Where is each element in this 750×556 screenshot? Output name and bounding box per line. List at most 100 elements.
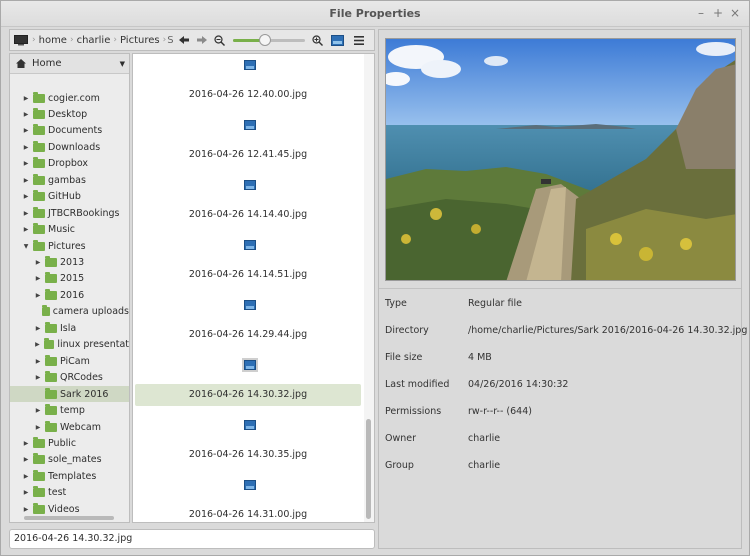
collapsed-arrow-icon[interactable]: ▶: [22, 210, 30, 217]
tree-item[interactable]: ▶ Templates: [10, 468, 129, 484]
collapsed-arrow-icon[interactable]: ▶: [22, 193, 30, 200]
tree-item[interactable]: Sark 2016: [10, 386, 129, 403]
collapsed-arrow-icon[interactable]: ▶: [22, 506, 30, 513]
image-file-icon[interactable]: [244, 480, 256, 490]
folder-icon: [45, 256, 57, 267]
file-item[interactable]: 2016-04-26 12.40.00.jpg: [135, 84, 361, 106]
tree-item[interactable]: ▶ QRCodes: [10, 370, 129, 386]
collapsed-arrow-icon[interactable]: ▶: [34, 407, 42, 414]
file-item[interactable]: 2016-04-26 14.14.40.jpg: [135, 204, 361, 226]
tree-item[interactable]: ▶ test: [10, 485, 129, 501]
image-file-icon[interactable]: [244, 120, 256, 130]
tree-item[interactable]: ▶ PiCam: [10, 353, 129, 369]
collapsed-arrow-icon[interactable]: ▶: [22, 111, 30, 118]
collapsed-arrow-icon[interactable]: ▶: [34, 325, 42, 332]
collapsed-arrow-icon[interactable]: ▶: [34, 424, 42, 431]
breadcrumb-home[interactable]: home: [36, 30, 70, 50]
tree-item[interactable]: ▶ temp: [10, 403, 129, 419]
property-value: /home/charlie/Pictures/Sark 2016/2016-04…: [468, 325, 748, 336]
tree-item[interactable]: ▶ Webcam: [10, 419, 129, 435]
places-dropdown[interactable]: Home ▼: [10, 54, 129, 74]
tree-item[interactable]: ▶ Music: [10, 222, 129, 238]
title-bar[interactable]: File Properties – + ×: [1, 1, 749, 27]
tree-item[interactable]: ▶ Isla: [10, 320, 129, 336]
tree-item[interactable]: ▶ cogier.com: [10, 90, 129, 106]
back-arrow-icon[interactable]: [175, 30, 193, 50]
collapsed-arrow-icon[interactable]: ▶: [22, 144, 30, 151]
collapsed-arrow-icon[interactable]: ▶: [22, 226, 30, 233]
tree-item[interactable]: ▶ sole_mates: [10, 452, 129, 468]
image-file-icon[interactable]: [244, 240, 256, 250]
file-item[interactable]: 2016-04-26 14.30.32.jpg: [135, 384, 361, 406]
properties-divider: [379, 288, 741, 289]
breadcrumb-charlie[interactable]: charlie: [74, 30, 114, 50]
collapsed-arrow-icon[interactable]: ▶: [34, 259, 42, 266]
collapsed-arrow-icon[interactable]: ▶: [22, 160, 30, 167]
tree-item[interactable]: ▼ Pictures: [10, 238, 129, 254]
collapsed-arrow-icon[interactable]: ▶: [22, 127, 30, 134]
tree-item[interactable]: ▶ GitHub: [10, 189, 129, 205]
filename-field[interactable]: 2016-04-26 14.30.32.jpg: [9, 529, 375, 549]
folder-icon: [33, 140, 45, 152]
collapsed-arrow-icon[interactable]: ▶: [34, 374, 42, 381]
image-file-icon[interactable]: [242, 358, 258, 372]
folder-icon: [33, 502, 45, 514]
places-dropdown-label: Home: [32, 58, 62, 69]
tree-item[interactable]: ▶ Videos: [10, 501, 129, 517]
tree-item[interactable]: ▶ 2016: [10, 287, 129, 303]
menu-icon[interactable]: [349, 30, 369, 50]
file-item[interactable]: 2016-04-26 14.29.44.jpg: [135, 324, 361, 346]
tree-item[interactable]: ▶ 2013: [10, 255, 129, 271]
file-list-scrollbar[interactable]: [366, 419, 371, 519]
tree-item[interactable]: ▶ Documents: [10, 123, 129, 139]
breadcrumb-sark[interactable]: S: [166, 30, 174, 50]
file-item[interactable]: 2016-04-26 12.41.45.jpg: [135, 144, 361, 166]
property-row: Owner charlie: [379, 433, 741, 449]
property-row: Type Regular file: [379, 298, 741, 314]
file-item[interactable]: 2016-04-26 14.30.35.jpg: [135, 444, 361, 466]
image-file-icon[interactable]: [244, 420, 256, 430]
collapsed-arrow-icon[interactable]: ▶: [22, 440, 30, 447]
tree-item[interactable]: ▶ linux presentat: [10, 337, 129, 353]
tree-item[interactable]: ▶ Dropbox: [10, 156, 129, 172]
collapsed-arrow-icon[interactable]: ▶: [22, 456, 30, 463]
expanded-arrow-icon[interactable]: ▼: [22, 243, 30, 250]
collapsed-arrow-icon[interactable]: ▶: [22, 473, 30, 480]
image-file-icon[interactable]: [244, 180, 256, 190]
breadcrumb-pictures[interactable]: Pictures: [117, 30, 163, 50]
tree-item[interactable]: ▶ JTBCRBookings: [10, 205, 129, 221]
image-file-icon[interactable]: [244, 60, 256, 70]
collapsed-arrow-icon[interactable]: ▶: [22, 177, 30, 184]
collapsed-arrow-icon[interactable]: ▶: [22, 489, 30, 496]
tree-item[interactable]: ▶ Downloads: [10, 139, 129, 155]
collapsed-arrow-icon[interactable]: ▶: [34, 292, 42, 299]
forward-arrow-icon[interactable]: [193, 30, 211, 50]
tree-item[interactable]: camera uploads: [10, 304, 129, 320]
collapsed-arrow-icon[interactable]: ▶: [34, 275, 42, 282]
minimize-icon[interactable]: –: [693, 5, 709, 21]
tree-item[interactable]: ▶ Desktop: [10, 106, 129, 122]
zoom-out-icon[interactable]: [211, 30, 229, 50]
folder-icon: [45, 404, 57, 416]
close-icon[interactable]: ×: [727, 5, 743, 21]
file-item[interactable]: 2016-04-26 14.14.51.jpg: [135, 264, 361, 286]
collapsed-arrow-icon[interactable]: ▶: [34, 358, 42, 365]
folder-icon: [33, 486, 45, 498]
property-row: Last modified 04/26/2016 14:30:32: [379, 379, 741, 395]
file-item[interactable]: 2016-04-26 14.31.00.jpg: [135, 504, 361, 522]
tree-item[interactable]: ▶ gambas: [10, 172, 129, 188]
toolbar: › home › charlie › Pictures › S: [9, 29, 375, 51]
tree-item-label: gambas: [48, 174, 86, 186]
zoom-slider[interactable]: [229, 30, 309, 50]
collapsed-arrow-icon[interactable]: ▶: [34, 341, 41, 348]
maximize-icon[interactable]: +: [710, 5, 726, 21]
image-file-icon[interactable]: [244, 300, 256, 310]
preview-image-icon[interactable]: [327, 30, 349, 50]
tree-item[interactable]: ▶ Public: [10, 435, 129, 451]
zoom-slider-handle[interactable]: [258, 34, 271, 46]
zoom-in-icon[interactable]: [309, 30, 327, 50]
collapsed-arrow-icon[interactable]: ▶: [22, 95, 30, 102]
computer-icon[interactable]: [10, 30, 32, 50]
tree-horizontal-scrollbar[interactable]: [24, 516, 114, 520]
tree-item[interactable]: ▶ 2015: [10, 271, 129, 287]
